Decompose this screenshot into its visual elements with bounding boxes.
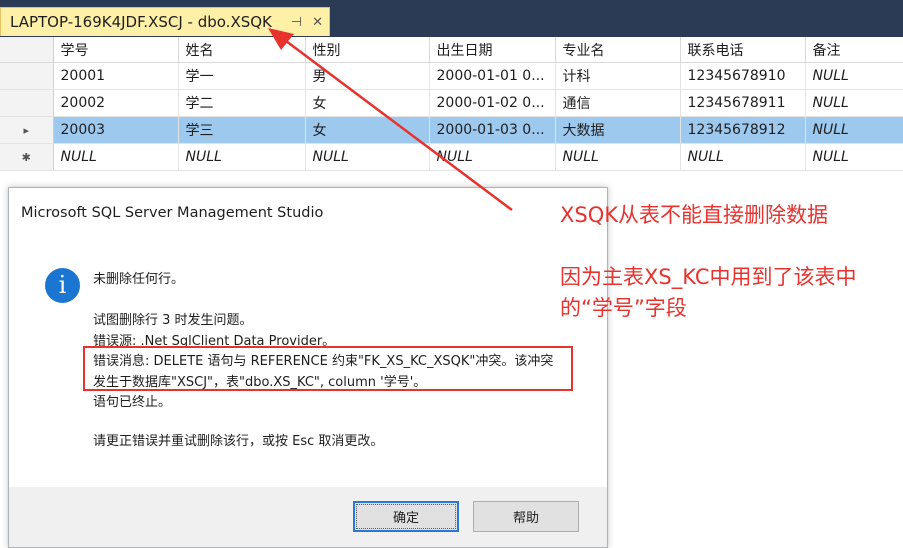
annotation-note: 的“学号”字段 xyxy=(560,296,687,320)
table-row-selected[interactable]: ▸ 20003 学三 女 2000-01-03 0... 大数据 1234567… xyxy=(0,116,903,144)
cell[interactable]: NULL xyxy=(305,143,430,171)
cell[interactable]: NULL xyxy=(178,143,306,171)
cell[interactable]: 学三 xyxy=(178,116,306,144)
cell[interactable]: 2000-01-01 0... xyxy=(429,62,556,90)
column-header[interactable]: 姓名 xyxy=(178,37,306,63)
highlight-box xyxy=(83,346,573,391)
cell[interactable]: NULL xyxy=(805,143,903,171)
cell[interactable]: 20003 xyxy=(53,116,179,144)
ok-button[interactable]: 确定 xyxy=(353,501,459,532)
cell[interactable]: NULL xyxy=(429,143,556,171)
cell[interactable]: 学二 xyxy=(178,89,306,117)
cell[interactable]: NULL xyxy=(805,116,903,144)
cell[interactable]: 2000-01-02 0... xyxy=(429,89,556,117)
pin-icon[interactable]: ⊣ xyxy=(291,15,302,30)
cell[interactable]: NULL xyxy=(680,143,806,171)
document-tab-strip: LAPTOP-169K4JDF.XSCJ - dbo.XSQK ⊣ ✕ xyxy=(0,0,903,37)
cell[interactable]: NULL xyxy=(805,62,903,90)
cell[interactable]: 20002 xyxy=(53,89,179,117)
column-header[interactable]: 学号 xyxy=(53,37,179,63)
cell[interactable]: 女 xyxy=(305,89,430,117)
column-header[interactable]: 出生日期 xyxy=(429,37,556,63)
column-header[interactable]: 性别 xyxy=(305,37,430,63)
row-selector-current-icon[interactable]: ▸ xyxy=(0,116,54,144)
cell[interactable]: 大数据 xyxy=(555,116,681,144)
cell[interactable]: NULL xyxy=(555,143,681,171)
message-line: 语句已终止。 xyxy=(93,395,172,410)
column-header[interactable]: 备注 xyxy=(805,37,903,63)
row-selector[interactable] xyxy=(0,62,54,90)
help-button[interactable]: 帮助 xyxy=(473,501,579,532)
message-line: 试图删除行 3 时发生问题。 xyxy=(93,313,253,328)
table-row[interactable]: 20001 学一 男 2000-01-01 0... 计科 1234567891… xyxy=(0,62,903,90)
cell[interactable]: 女 xyxy=(305,116,430,144)
annotation-note: 因为主表XS_KC中用到了该表中 xyxy=(560,265,857,289)
cell[interactable]: 20001 xyxy=(53,62,179,90)
cell[interactable]: 12345678912 xyxy=(680,116,806,144)
cell[interactable]: 男 xyxy=(305,62,430,90)
table-row[interactable]: 20002 学二 女 2000-01-02 0... 通信 1234567891… xyxy=(0,89,903,117)
message-line: 未删除任何行。 xyxy=(93,272,185,287)
corner-header xyxy=(0,37,54,63)
cell[interactable]: NULL xyxy=(805,89,903,117)
cell[interactable]: 计科 xyxy=(555,62,681,90)
cell[interactable]: 学一 xyxy=(178,62,306,90)
dialog-title: Microsoft SQL Server Management Studio xyxy=(21,205,324,221)
info-icon: i xyxy=(45,268,80,303)
row-selector-new-icon[interactable]: ✱ xyxy=(0,143,54,171)
column-header[interactable]: 专业名 xyxy=(555,37,681,63)
cell[interactable]: 通信 xyxy=(555,89,681,117)
ok-button-label: 确定 xyxy=(356,504,456,529)
close-icon[interactable]: ✕ xyxy=(312,15,323,30)
table-row-new[interactable]: ✱ NULL NULL NULL NULL NULL NULL NULL xyxy=(0,143,903,171)
annotation-note: XSQK从表不能直接删除数据 xyxy=(560,203,829,227)
document-tab[interactable]: LAPTOP-169K4JDF.XSCJ - dbo.XSQK ⊣ ✕ xyxy=(0,7,330,36)
message-line: 请更正错误并重试删除该行，或按 Esc 取消更改。 xyxy=(93,434,384,449)
column-header[interactable]: 联系电话 xyxy=(680,37,806,63)
cell[interactable]: 2000-01-03 0... xyxy=(429,116,556,144)
document-tab-title: LAPTOP-169K4JDF.XSCJ - dbo.XSQK xyxy=(10,13,272,31)
cell[interactable]: 12345678910 xyxy=(680,62,806,90)
cell[interactable]: NULL xyxy=(53,143,179,171)
row-selector[interactable] xyxy=(0,89,54,117)
table-data-grid: 学号 姓名 性别 出生日期 专业名 联系电话 备注 20001 学一 男 200… xyxy=(0,37,903,177)
dialog-footer: 确定 帮助 xyxy=(9,487,607,547)
cell[interactable]: 12345678911 xyxy=(680,89,806,117)
